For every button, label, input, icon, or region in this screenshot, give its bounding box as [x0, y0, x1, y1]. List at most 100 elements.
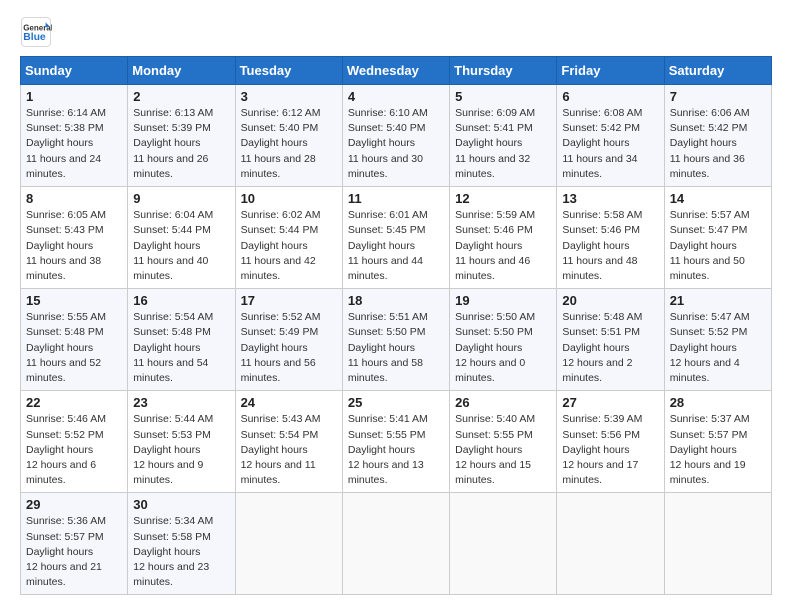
svg-text:Blue: Blue — [23, 32, 46, 43]
day-number: 6 — [562, 89, 658, 104]
day-number: 5 — [455, 89, 551, 104]
calendar-cell: 28 Sunrise: 5:37 AMSunset: 5:57 PMDayligh… — [664, 391, 771, 493]
day-info: Sunrise: 6:05 AMSunset: 5:43 PMDaylight … — [26, 208, 122, 284]
calendar-week-row: 8 Sunrise: 6:05 AMSunset: 5:43 PMDaylight… — [21, 187, 772, 289]
calendar-body: 1 Sunrise: 6:14 AMSunset: 5:38 PMDaylight… — [21, 85, 772, 595]
calendar-cell — [664, 493, 771, 595]
day-info: Sunrise: 5:34 AMSunset: 5:58 PMDaylight … — [133, 514, 229, 590]
day-info: Sunrise: 5:44 AMSunset: 5:53 PMDaylight … — [133, 412, 229, 488]
day-info: Sunrise: 5:46 AMSunset: 5:52 PMDaylight … — [26, 412, 122, 488]
day-info: Sunrise: 5:55 AMSunset: 5:48 PMDaylight … — [26, 310, 122, 386]
day-number: 14 — [670, 191, 766, 206]
day-info: Sunrise: 5:41 AMSunset: 5:55 PMDaylight … — [348, 412, 444, 488]
day-info: Sunrise: 5:59 AMSunset: 5:46 PMDaylight … — [455, 208, 551, 284]
calendar-cell: 2 Sunrise: 6:13 AMSunset: 5:39 PMDaylight… — [128, 85, 235, 187]
day-number: 20 — [562, 293, 658, 308]
calendar-table: SundayMondayTuesdayWednesdayThursdayFrid… — [20, 56, 772, 595]
calendar-cell: 1 Sunrise: 6:14 AMSunset: 5:38 PMDaylight… — [21, 85, 128, 187]
calendar-cell: 18Sunrise: 5:51 AMSunset: 5:50 PMDayligh… — [342, 289, 449, 391]
day-number: 17 — [241, 293, 337, 308]
day-info: Sunrise: 6:02 AMSunset: 5:44 PMDaylight … — [241, 208, 337, 284]
weekday-header: Saturday — [664, 57, 771, 85]
day-number: 13 — [562, 191, 658, 206]
day-number: 9 — [133, 191, 229, 206]
calendar-cell: 29Sunrise: 5:36 AMSunset: 5:57 PMDayligh… — [21, 493, 128, 595]
day-info: Sunrise: 5:36 AMSunset: 5:57 PMDaylight … — [26, 514, 122, 590]
day-info: Sunrise: 6:14 AMSunset: 5:38 PMDaylight … — [26, 106, 122, 182]
day-info: Sunrise: 6:06 AMSunset: 5:42 PMDaylight … — [670, 106, 766, 182]
day-number: 12 — [455, 191, 551, 206]
calendar-cell — [557, 493, 664, 595]
day-number: 30 — [133, 497, 229, 512]
calendar-cell: 13 Sunrise: 5:58 AMSunset: 5:46 PMDayligh… — [557, 187, 664, 289]
logo: General Blue — [20, 16, 52, 48]
day-number: 25 — [348, 395, 444, 410]
day-number: 15 — [26, 293, 122, 308]
weekday-header: Monday — [128, 57, 235, 85]
day-number: 8 — [26, 191, 122, 206]
day-info: Sunrise: 6:09 AMSunset: 5:41 PMDaylight … — [455, 106, 551, 182]
weekday-header: Tuesday — [235, 57, 342, 85]
calendar-cell — [235, 493, 342, 595]
calendar-cell: 5 Sunrise: 6:09 AMSunset: 5:41 PMDaylight… — [450, 85, 557, 187]
calendar-week-row: 22 Sunrise: 5:46 AMSunset: 5:52 PMDayligh… — [21, 391, 772, 493]
calendar-cell: 14Sunrise: 5:57 AMSunset: 5:47 PMDayligh… — [664, 187, 771, 289]
day-info: Sunrise: 5:52 AMSunset: 5:49 PMDaylight … — [241, 310, 337, 386]
calendar-cell: 8 Sunrise: 6:05 AMSunset: 5:43 PMDaylight… — [21, 187, 128, 289]
calendar-cell: 22 Sunrise: 5:46 AMSunset: 5:52 PMDayligh… — [21, 391, 128, 493]
calendar-cell — [450, 493, 557, 595]
day-info: Sunrise: 5:48 AMSunset: 5:51 PMDaylight … — [562, 310, 658, 386]
day-info: Sunrise: 6:04 AMSunset: 5:44 PMDaylight … — [133, 208, 229, 284]
weekday-header: Thursday — [450, 57, 557, 85]
weekday-header: Wednesday — [342, 57, 449, 85]
calendar-cell: 21Sunrise: 5:47 AMSunset: 5:52 PMDayligh… — [664, 289, 771, 391]
calendar-cell: 26 Sunrise: 5:40 AMSunset: 5:55 PMDayligh… — [450, 391, 557, 493]
day-number: 21 — [670, 293, 766, 308]
day-info: Sunrise: 5:39 AMSunset: 5:56 PMDaylight … — [562, 412, 658, 488]
day-number: 22 — [26, 395, 122, 410]
weekday-header: Sunday — [21, 57, 128, 85]
day-number: 2 — [133, 89, 229, 104]
day-info: Sunrise: 5:50 AMSunset: 5:50 PMDaylight … — [455, 310, 551, 386]
day-info: Sunrise: 6:10 AMSunset: 5:40 PMDaylight … — [348, 106, 444, 182]
calendar-cell: 12 Sunrise: 5:59 AMSunset: 5:46 PMDayligh… — [450, 187, 557, 289]
day-number: 7 — [670, 89, 766, 104]
calendar-cell: 30 Sunrise: 5:34 AMSunset: 5:58 PMDayligh… — [128, 493, 235, 595]
calendar-cell: 27Sunrise: 5:39 AMSunset: 5:56 PMDayligh… — [557, 391, 664, 493]
day-number: 3 — [241, 89, 337, 104]
calendar-cell: 17 Sunrise: 5:52 AMSunset: 5:49 PMDayligh… — [235, 289, 342, 391]
day-number: 18 — [348, 293, 444, 308]
calendar-cell: 3 Sunrise: 6:12 AMSunset: 5:40 PMDaylight… — [235, 85, 342, 187]
day-number: 10 — [241, 191, 337, 206]
calendar-cell: 25 Sunrise: 5:41 AMSunset: 5:55 PMDayligh… — [342, 391, 449, 493]
day-info: Sunrise: 6:01 AMSunset: 5:45 PMDaylight … — [348, 208, 444, 284]
day-number: 24 — [241, 395, 337, 410]
day-info: Sunrise: 6:13 AMSunset: 5:39 PMDaylight … — [133, 106, 229, 182]
day-info: Sunrise: 5:58 AMSunset: 5:46 PMDaylight … — [562, 208, 658, 284]
day-info: Sunrise: 6:12 AMSunset: 5:40 PMDaylight … — [241, 106, 337, 182]
calendar-cell: 11Sunrise: 6:01 AMSunset: 5:45 PMDayligh… — [342, 187, 449, 289]
day-number: 19 — [455, 293, 551, 308]
day-number: 23 — [133, 395, 229, 410]
day-number: 16 — [133, 293, 229, 308]
calendar-cell: 20 Sunrise: 5:48 AMSunset: 5:51 PMDayligh… — [557, 289, 664, 391]
calendar-cell: 24 Sunrise: 5:43 AMSunset: 5:54 PMDayligh… — [235, 391, 342, 493]
calendar-cell: 23 Sunrise: 5:44 AMSunset: 5:53 PMDayligh… — [128, 391, 235, 493]
calendar-cell: 4 Sunrise: 6:10 AMSunset: 5:40 PMDaylight… — [342, 85, 449, 187]
day-number: 26 — [455, 395, 551, 410]
day-info: Sunrise: 5:37 AMSunset: 5:57 PMDaylight … — [670, 412, 766, 488]
day-info: Sunrise: 6:08 AMSunset: 5:42 PMDaylight … — [562, 106, 658, 182]
day-number: 1 — [26, 89, 122, 104]
day-number: 4 — [348, 89, 444, 104]
page-header: General Blue — [20, 16, 772, 48]
calendar-cell: 10 Sunrise: 6:02 AMSunset: 5:44 PMDayligh… — [235, 187, 342, 289]
calendar-cell: 19 Sunrise: 5:50 AMSunset: 5:50 PMDayligh… — [450, 289, 557, 391]
day-info: Sunrise: 5:43 AMSunset: 5:54 PMDaylight … — [241, 412, 337, 488]
day-number: 28 — [670, 395, 766, 410]
logo-icon: General Blue — [20, 16, 52, 48]
calendar-cell: 9 Sunrise: 6:04 AMSunset: 5:44 PMDaylight… — [128, 187, 235, 289]
day-info: Sunrise: 5:40 AMSunset: 5:55 PMDaylight … — [455, 412, 551, 488]
calendar-header-row: SundayMondayTuesdayWednesdayThursdayFrid… — [21, 57, 772, 85]
calendar-week-row: 29Sunrise: 5:36 AMSunset: 5:57 PMDayligh… — [21, 493, 772, 595]
calendar-cell — [342, 493, 449, 595]
